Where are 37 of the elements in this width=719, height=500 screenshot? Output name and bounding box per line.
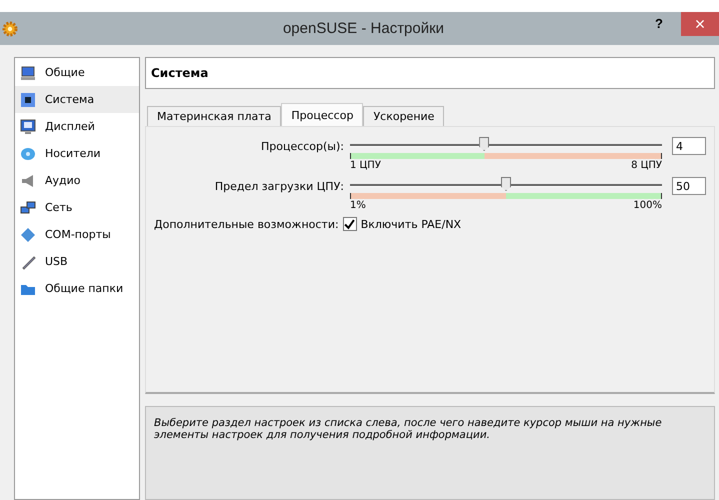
sidebar-item[interactable]: Дисплей — [15, 113, 139, 140]
checkbox[interactable] — [342, 217, 357, 231]
gear-icon — [2, 20, 18, 36]
slider-label: Предел загрузки ЦПУ: — [214, 179, 345, 193]
max-label: 8 ЦПУ — [631, 160, 662, 171]
value-field[interactable]: 4 — [672, 137, 706, 155]
slider-thumb[interactable] — [479, 137, 490, 151]
network-icon — [20, 200, 36, 216]
description-text: Выберите раздел настроек из списка слева, после чего наведите курсор мыши на нужные элементы настроек для получения подробной информации. — [154, 417, 662, 441]
speaker-icon — [20, 172, 36, 188]
sidebar-item[interactable]: Носители — [15, 140, 139, 167]
slider-thumb[interactable] — [501, 177, 511, 191]
slider-label: Процессор(ы): — [260, 139, 345, 153]
sidebar-item[interactable]: Аудио — [15, 167, 139, 194]
sidebar-item[interactable]: COM-порты — [15, 221, 139, 248]
sidebar-item[interactable]: Система — [15, 86, 139, 113]
min-label: 1 ЦПУ — [350, 160, 381, 171]
window-title: openSUSE - Настройки — [282, 20, 446, 37]
sidebar-item[interactable]: Общие папки — [15, 275, 139, 302]
help-button[interactable]: ? — [649, 15, 669, 32]
close-button[interactable]: × — [681, 12, 719, 36]
checkbox-label[interactable]: Включить PAE/NX — [360, 218, 462, 230]
sidebar-item[interactable]: Сеть — [15, 194, 139, 221]
sidebar-item[interactable]: USB — [15, 248, 139, 275]
value-field[interactable]: 50 — [672, 177, 706, 195]
display-icon — [20, 118, 36, 134]
extended-label: Дополнительные возможности: — [154, 218, 339, 230]
monitor-icon — [20, 64, 36, 80]
chip-icon — [20, 92, 36, 108]
tab[interactable]: Материнская плата — [147, 106, 282, 126]
max-label: 100% — [633, 200, 662, 211]
sidebar-item[interactable]: Общие — [15, 59, 139, 86]
min-label: 1% — [350, 200, 366, 211]
tab[interactable]: Процессор — [281, 103, 364, 126]
disk-icon — [20, 146, 36, 162]
tab[interactable]: Ускорение — [363, 106, 444, 126]
section-header: Система — [145, 57, 715, 89]
